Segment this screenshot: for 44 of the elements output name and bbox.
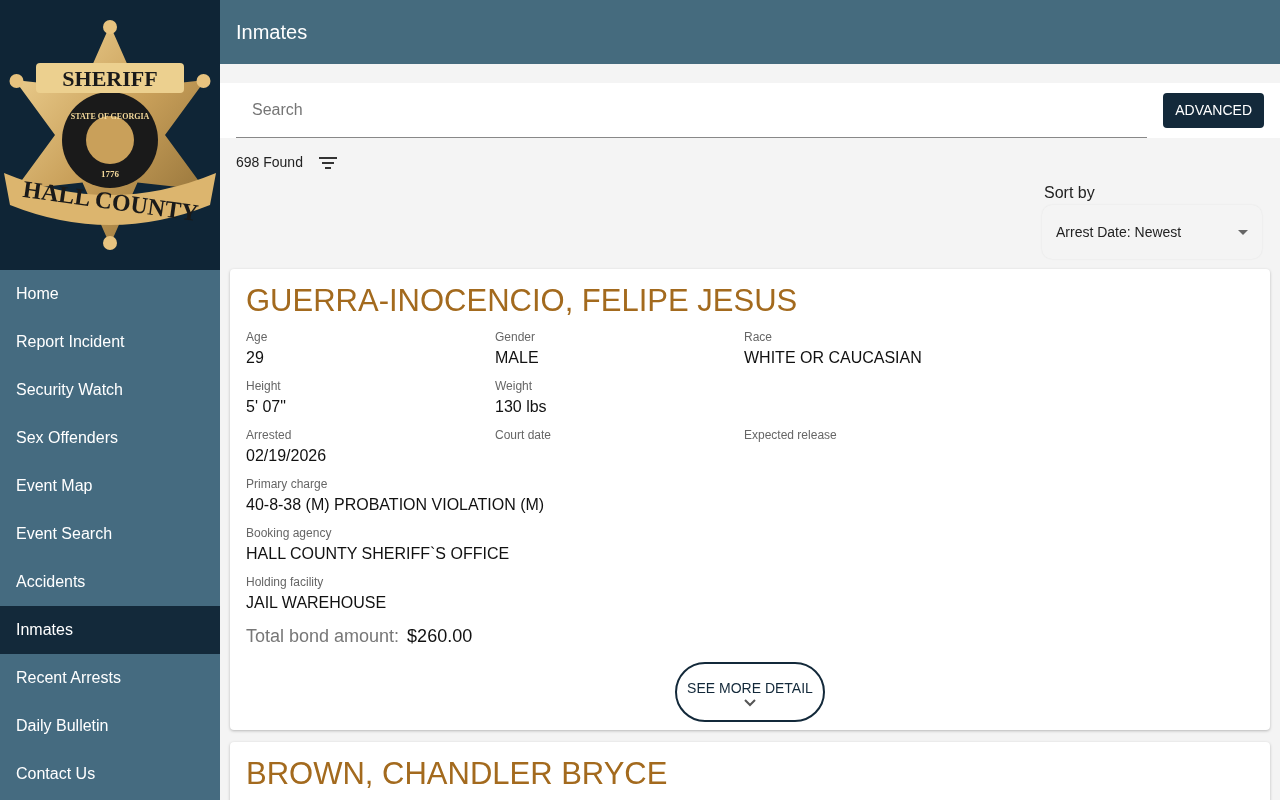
field-label: Weight — [495, 378, 534, 395]
sidebar-nav-item[interactable]: Sex Offenders — [0, 414, 220, 462]
sidebar-nav-item[interactable]: Event Map — [0, 462, 220, 510]
field-value: 5' 07" — [246, 397, 287, 417]
sidebar-nav-item[interactable]: Accidents — [0, 558, 220, 606]
bond-label: Total bond amount: — [246, 625, 400, 648]
field-label: Age — [246, 329, 269, 346]
field-label: Holding facility — [246, 574, 325, 591]
field-label: Booking agency — [246, 525, 333, 542]
bond-amount: $260.00 — [407, 625, 473, 648]
page-title: Inmates — [236, 20, 308, 45]
field-value: JAIL WAREHOUSE — [246, 593, 387, 613]
field-value: HALL COUNTY SHERIFF`S OFFICE — [246, 544, 510, 564]
sort-label: Sort by — [1044, 183, 1096, 203]
sidebar-nav-item[interactable]: Security Watch — [0, 366, 220, 414]
field-value: MALE — [495, 348, 540, 368]
sort-select[interactable]: Arrest Date: Newest — [1042, 205, 1262, 259]
field-value: WHITE OR CAUCASIAN — [744, 348, 923, 368]
field-value: 02/19/2026 — [246, 446, 328, 466]
sidebar-nav-item[interactable]: Event Search — [0, 510, 220, 558]
field-label: Height — [246, 378, 282, 395]
sidebar-nav-item[interactable]: Report Incident — [0, 318, 220, 366]
advanced-button[interactable]: ADVANCED — [1163, 93, 1264, 128]
sidebar-nav-item[interactable]: Contact Us — [0, 750, 220, 798]
field-label: Court date — [495, 427, 553, 444]
filter-icon[interactable] — [318, 156, 337, 169]
field-label: Gender — [495, 329, 537, 346]
field-label: Primary charge — [246, 476, 329, 493]
chevron-down-icon — [744, 698, 756, 707]
field-label: Arrested — [246, 427, 293, 444]
sidebar-nav-item[interactable]: Daily Bulletin — [0, 702, 220, 750]
sidebar-nav-item[interactable]: Inmates — [0, 606, 220, 654]
dropdown-caret-icon — [1238, 229, 1248, 235]
inmate-name: BROWN, CHANDLER BRYCE — [246, 755, 669, 793]
field-value: 40-8-38 (M) PROBATION VIOLATION (M) — [246, 495, 545, 515]
field-value: 130 lbs — [495, 397, 548, 417]
field-value: 29 — [246, 348, 265, 368]
inmate-name: GUERRA-INOCENCIO, FELIPE JESUS — [246, 282, 799, 320]
sidebar-nav-item[interactable]: Home — [0, 270, 220, 318]
results-count: 698 Found — [236, 153, 303, 172]
see-more-detail-button[interactable]: SEE MORE DETAIL — [675, 662, 825, 722]
sidebar-nav-item[interactable]: Recent Arrests — [0, 654, 220, 702]
field-label: Race — [744, 329, 773, 346]
field-label: Expected release — [744, 427, 838, 444]
